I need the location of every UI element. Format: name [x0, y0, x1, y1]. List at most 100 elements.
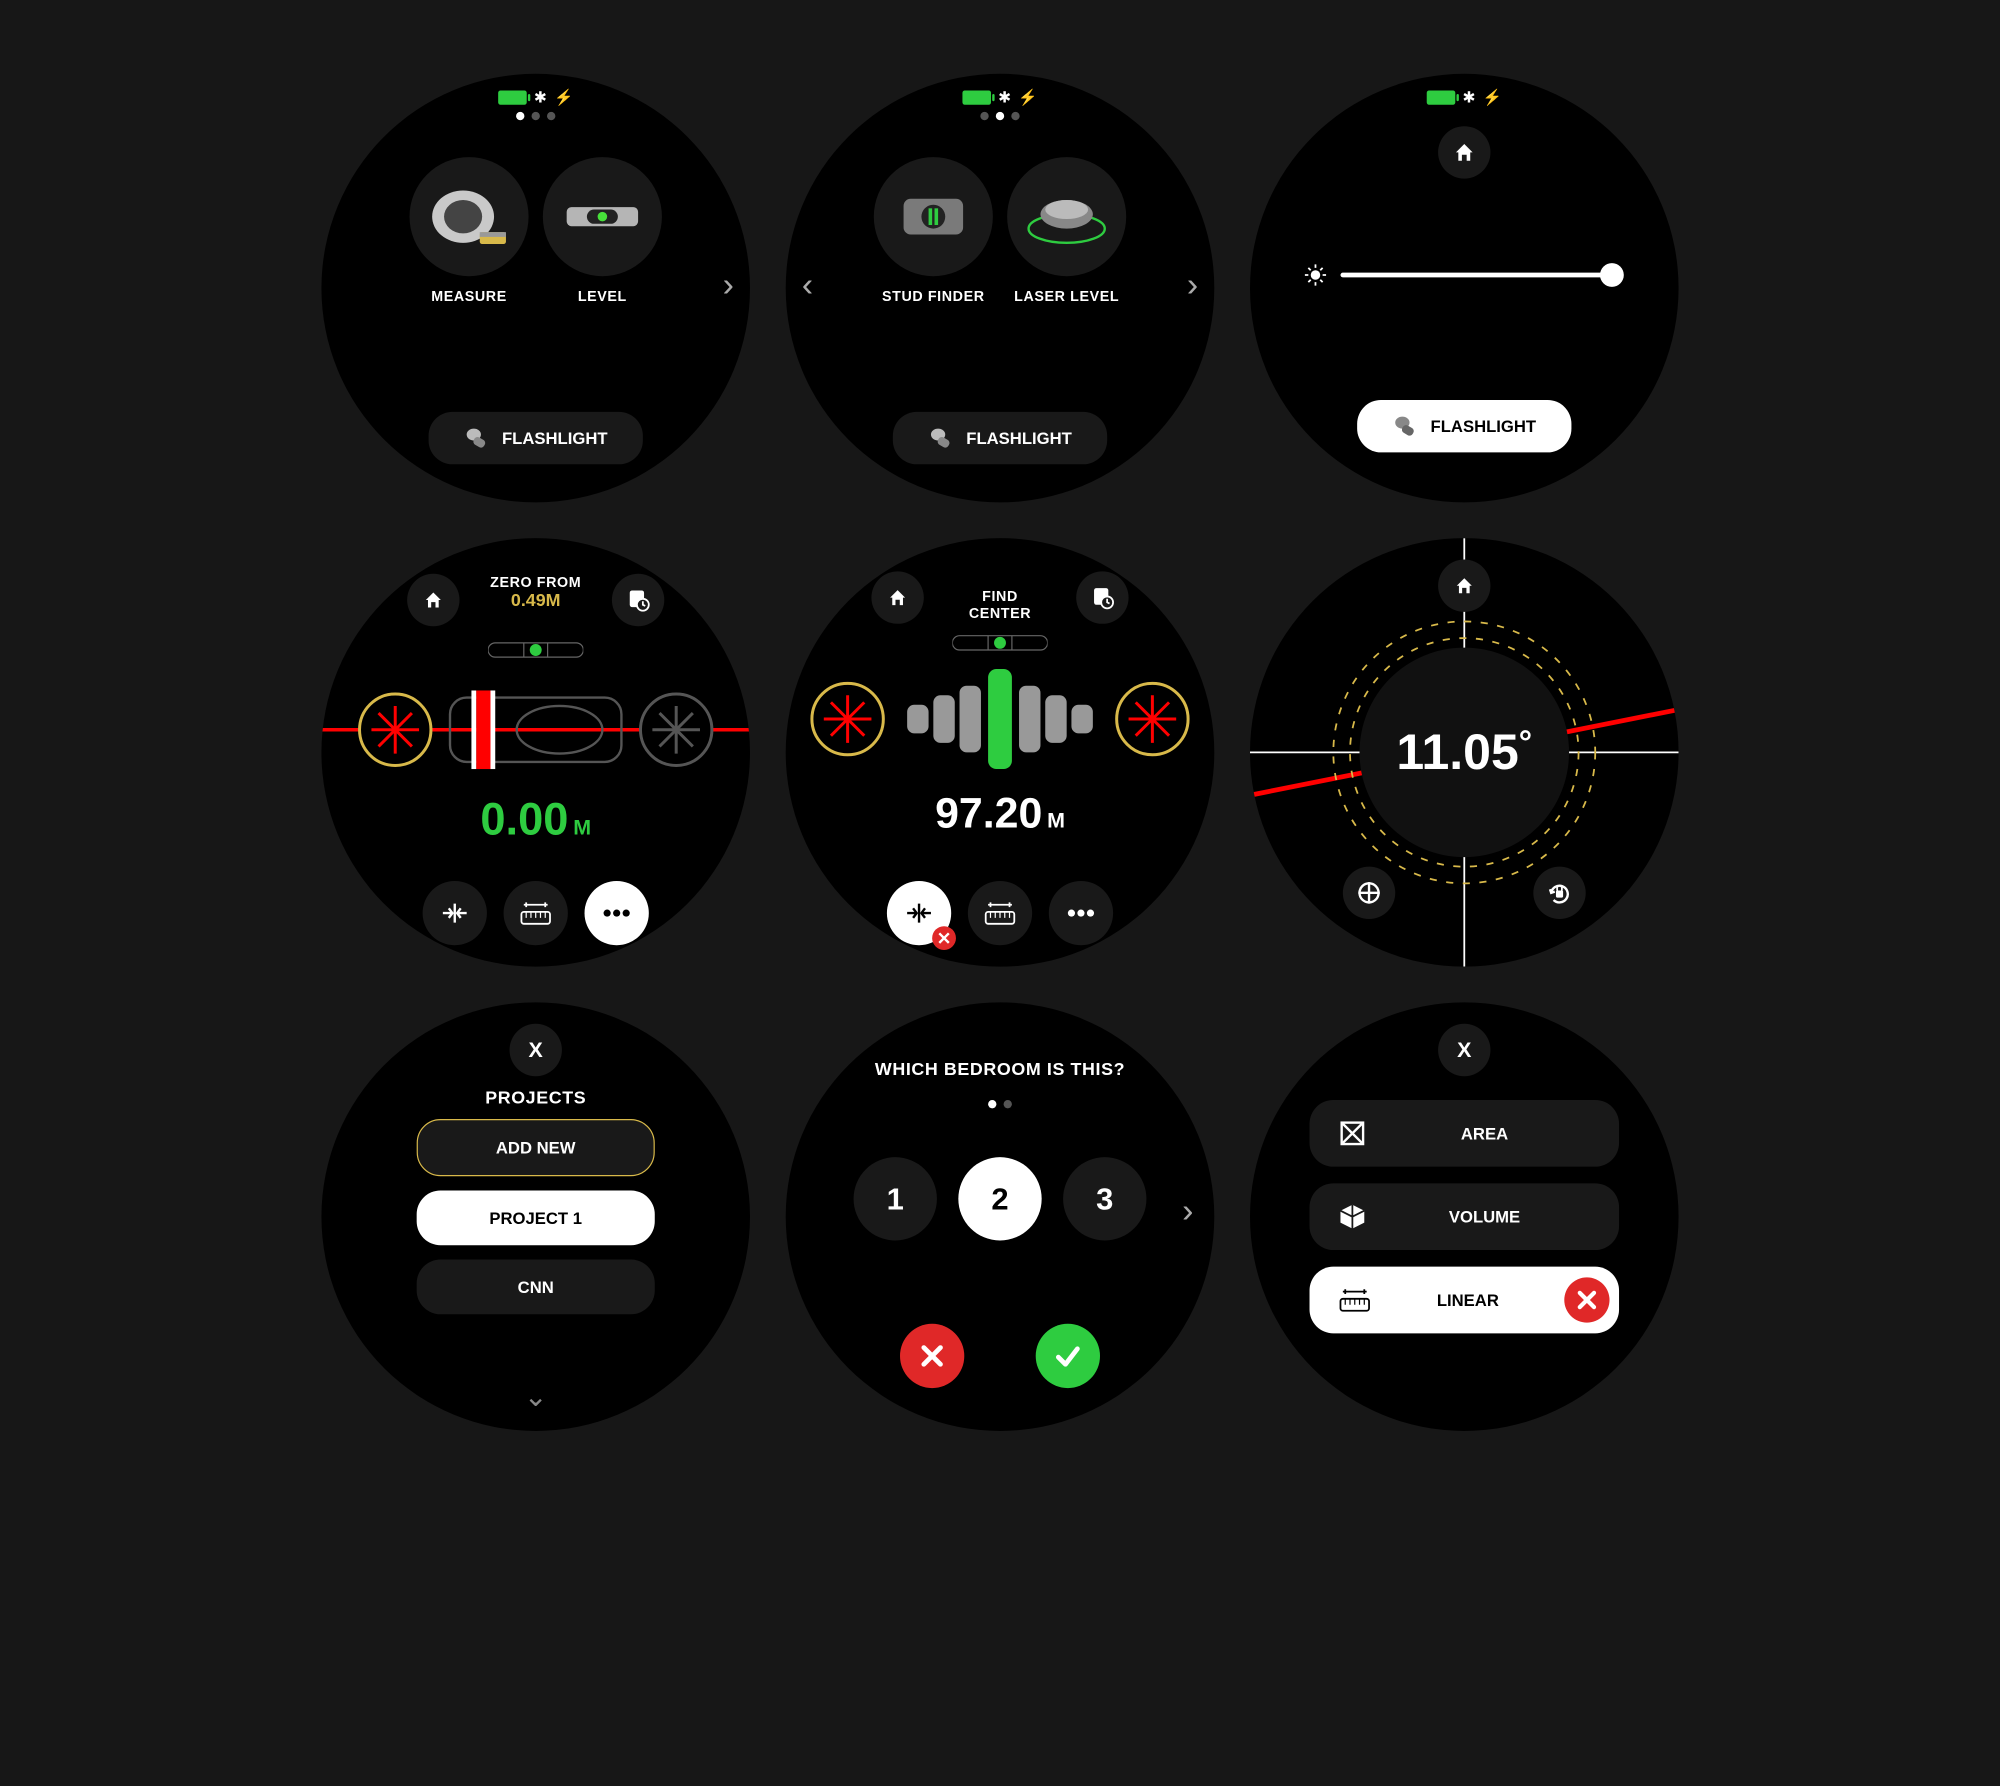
tool-measure-label: MEASURE [410, 288, 529, 305]
tool-laser-level[interactable] [1007, 157, 1126, 276]
flashlight-button-active[interactable]: FLASHLIGHT [1357, 400, 1571, 452]
area-label: AREA [1379, 1124, 1591, 1143]
more-button[interactable] [1049, 881, 1113, 945]
flashlight-label: FLASHLIGHT [966, 429, 1072, 448]
x-icon [918, 1342, 947, 1371]
angle-value: 11.05 [1396, 724, 1518, 780]
close-button[interactable]: X [510, 1024, 562, 1076]
home-button[interactable] [407, 574, 459, 626]
flashlight-icon [464, 425, 490, 451]
home-button[interactable] [871, 571, 923, 623]
tool-laser-level-label: LASER LEVEL [1007, 288, 1126, 305]
mini-level-indicator [488, 638, 583, 662]
battery-icon [962, 90, 991, 104]
history-icon [626, 588, 650, 612]
center-reading: 97.20M [935, 788, 1065, 838]
area-mode-button[interactable]: AREA [1310, 1100, 1620, 1167]
angle-degree-symbol: ° [1519, 724, 1532, 761]
collapse-arrows-icon [439, 898, 470, 929]
flashlight-label: FLASHLIGHT [502, 429, 608, 448]
flashlight-button[interactable]: FLASHLIGHT [893, 412, 1107, 464]
reset-button[interactable] [423, 881, 487, 945]
history-button[interactable] [1076, 571, 1128, 623]
tape-icon [1338, 1287, 1371, 1313]
power-icon: ⚡ [1018, 88, 1037, 107]
crosshair-button[interactable] [1343, 867, 1395, 919]
tool-stud-finder[interactable] [874, 157, 993, 276]
pager [516, 112, 555, 120]
volume-label: VOLUME [1379, 1207, 1591, 1226]
reset-button-active[interactable] [887, 881, 951, 945]
lock-button[interactable] [1533, 867, 1585, 919]
delete-mode-button[interactable] [1564, 1277, 1609, 1322]
brightness-low-icon [1305, 264, 1326, 285]
flashlight-label: FLASHLIGHT [1431, 417, 1537, 436]
x-icon [1576, 1289, 1597, 1310]
measure-reading: 0.00M [480, 795, 591, 846]
measure-reading-value: 0.00 [480, 795, 568, 845]
status-bar: ✱ ⚡ [498, 88, 573, 107]
find-center-visual [786, 660, 1215, 779]
home-button[interactable] [1438, 126, 1490, 178]
power-icon: ⚡ [1483, 88, 1502, 107]
flashlight-button[interactable]: FLASHLIGHT [429, 412, 643, 464]
home-icon [423, 589, 444, 610]
tool-measure[interactable] [410, 157, 529, 276]
bluetooth-icon: ✱ [998, 88, 1011, 107]
project-item[interactable]: CNN [417, 1260, 655, 1315]
project-item-label: CNN [518, 1277, 554, 1296]
add-project-button[interactable]: ADD NEW [417, 1119, 655, 1176]
slider-thumb[interactable] [1600, 263, 1624, 287]
nav-next-icon[interactable]: › [718, 270, 738, 307]
confirm-button[interactable] [1036, 1324, 1100, 1388]
battery-icon [1427, 90, 1456, 104]
mini-level-indicator [952, 631, 1047, 655]
chevron-down-icon[interactable]: ⌄ [524, 1380, 548, 1415]
tool-level-label: LEVEL [543, 288, 662, 305]
close-button[interactable]: X [1438, 1024, 1490, 1076]
brightness-slider[interactable] [1305, 264, 1615, 285]
center-reading-unit: M [1047, 808, 1065, 832]
tape-button[interactable] [968, 881, 1032, 945]
home-icon [1454, 575, 1475, 596]
crosshair-icon [1356, 880, 1382, 906]
watch-screen-find-center: FIND CENTER 97.20M [786, 538, 1215, 967]
watch-screen-studfinder-laser: ✱ ⚡ ‹ › STUD FINDER LASER LEVEL FLASHLIG… [786, 74, 1215, 503]
linear-mode-button-selected[interactable]: LINEAR [1310, 1267, 1620, 1334]
option-3[interactable]: 3 [1063, 1157, 1146, 1240]
nav-next-icon[interactable]: › [1178, 1196, 1198, 1233]
watch-screen-question: WHICH BEDROOM IS THIS? › 1 2 3 [786, 1002, 1215, 1431]
area-icon [1338, 1119, 1367, 1148]
more-button[interactable] [585, 881, 649, 945]
option-2-label: 2 [991, 1180, 1008, 1217]
watch-screen-brightness: ✱ ⚡ FLASHLIGHT [1250, 74, 1679, 503]
nav-prev-icon[interactable]: ‹ [798, 270, 818, 307]
tape-button[interactable] [504, 881, 568, 945]
tool-level[interactable] [543, 157, 662, 276]
nav-next-icon[interactable]: › [1182, 270, 1202, 307]
tape-icon [519, 900, 552, 926]
measure-visual [321, 676, 750, 783]
volume-mode-button[interactable]: VOLUME [1310, 1183, 1620, 1250]
home-icon [1452, 140, 1476, 164]
collapse-arrows-icon [904, 898, 935, 929]
home-button[interactable] [1438, 560, 1490, 612]
linear-label: LINEAR [1383, 1290, 1552, 1309]
page-title: PROJECTS [485, 1088, 586, 1108]
option-2-selected[interactable]: 2 [958, 1157, 1041, 1240]
add-project-label: ADD NEW [496, 1138, 576, 1157]
cube-icon [1338, 1202, 1367, 1231]
project-item-selected[interactable]: PROJECT 1 [417, 1190, 655, 1245]
history-button[interactable] [612, 574, 664, 626]
check-icon [1052, 1340, 1083, 1371]
reset-badge [932, 926, 956, 950]
battery-icon [498, 90, 527, 104]
watch-screen-measure-level: ✱ ⚡ › MEASURE LEVEL FLASHLIGHT [321, 74, 750, 503]
more-icon [1065, 907, 1096, 919]
cancel-button[interactable] [900, 1324, 964, 1388]
flashlight-icon [928, 425, 954, 451]
option-1[interactable]: 1 [854, 1157, 937, 1240]
lock-rotate-icon [1546, 880, 1572, 906]
close-x-label: X [529, 1038, 543, 1063]
zero-from-label: ZERO FROM [490, 574, 581, 591]
